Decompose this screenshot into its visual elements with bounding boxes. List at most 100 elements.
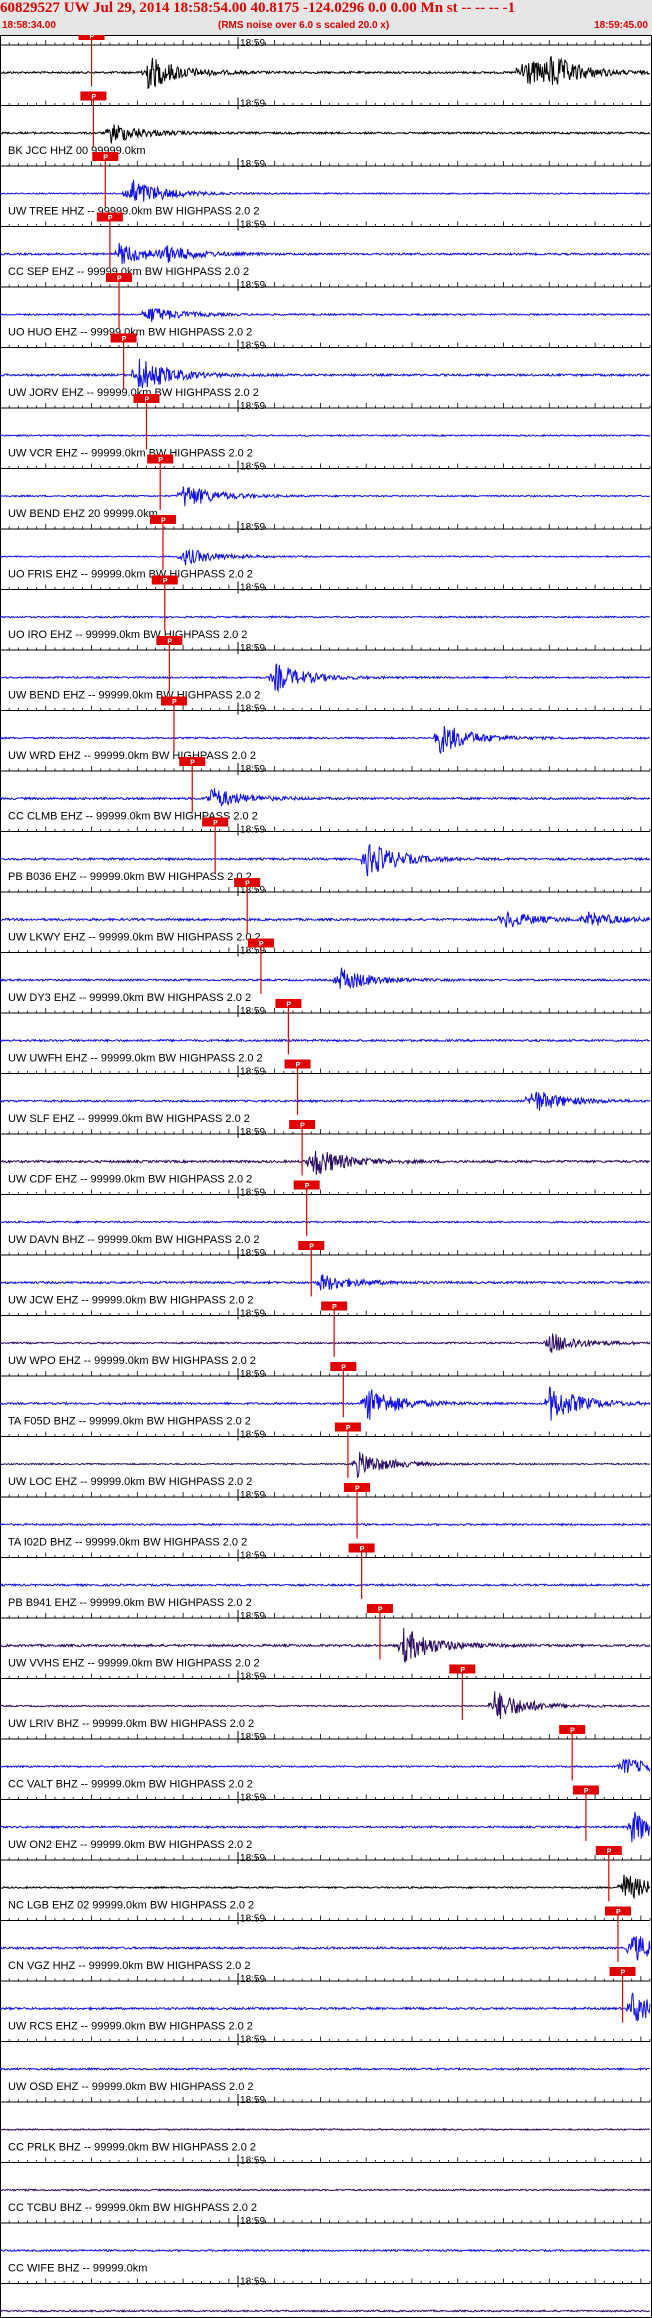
- waveform: [0, 1582, 651, 1588]
- trace-panel: 18:59 P UW VCR EHZ -- 99999.0km BW HIGHPAS…: [0, 394, 651, 460]
- waveform: [0, 1274, 651, 1291]
- trace-panel: 18:59 CC TCBU BHZ -- 99999.0km BW HIGHPAS…: [0, 2154, 651, 2214]
- trace-panel: 18:59 P UW SLF EHZ -- 99999.0km BW HIGHPAS…: [0, 1059, 651, 1125]
- trace-panel: 18:59PCC SEP EHZ -- 99999.0km BW HIGHPAS…: [0, 212, 651, 278]
- pick-label: P: [360, 1546, 365, 1553]
- trace-panel: 18:59PUW LKWY EHZ -- 99999.0km BW HIGHPA…: [0, 878, 651, 944]
- channel-label: CC TCBU BHZ -- 99999.0km BW HIGHPASS 2.0…: [8, 2202, 257, 2214]
- trace-panel: 18:59 CC PRLK BHZ -- 99999.0km BW HIGHPAS…: [0, 2094, 651, 2154]
- minute-label: 18:59: [240, 1006, 265, 1017]
- trace-panel: 18:59PCC CLMB EHZ -- 99999.0km BW HIGHPA…: [0, 757, 651, 823]
- waveform: [0, 1811, 651, 1843]
- minute-label: 18:59: [240, 1067, 265, 1078]
- minute-label: 18:59: [240, 99, 265, 110]
- pick-label: P: [570, 1728, 575, 1735]
- channel-label: UW UWFH EHZ -- 99999.0km BW HIGHPASS 2.0…: [8, 1053, 263, 1065]
- minute-label: 18:59: [240, 704, 265, 715]
- channel-label: CN VGZ HHZ -- 99999.0km BW HIGHPASS 2.0 …: [8, 1960, 250, 1972]
- minute-label: 18:59: [240, 1793, 265, 1804]
- minute-label: 18:59: [240, 1853, 265, 1864]
- channel-label: CC PRLK BHZ -- 99999.0km BW HIGHPASS 2.0…: [8, 2142, 256, 2154]
- minute-label: 18:59: [240, 1188, 265, 1199]
- channel-label: UW VCR EHZ -- 99999.0km BW HIGHPASS 2.0 …: [8, 448, 253, 460]
- pick-label: P: [161, 518, 166, 525]
- channel-label: UW DY3 EHZ -- 99999.0km BW HIGHPASS 2.0 …: [8, 992, 251, 1004]
- trace-panel: 18:59 P UW VVHS EHZ -- 99999.0km BW HIGHPA…: [0, 1604, 651, 1670]
- waveform: [0, 1219, 651, 1225]
- waveform: [0, 1091, 651, 1111]
- channel-label: UW BEND EHZ 20 99999.0km: [8, 508, 158, 520]
- channel-label: UW TREE HHZ -- 99999.0km BW HIGHPASS 2.0…: [8, 206, 259, 218]
- waveform: [0, 433, 651, 438]
- minute-label: 18:59: [240, 341, 265, 352]
- pick-label: P: [91, 94, 96, 101]
- pick-label: P: [355, 1486, 360, 1493]
- trace-panel: 18:59 P UW BEND EHZ 20 99999.0km: [0, 454, 651, 520]
- header-bar: 60829527 UW Jul 29, 2014 18:58:54.00 40.…: [0, 0, 652, 35]
- trace-panel: 18:59 P NC LGB EHZ 02 99999.0km BW HIGHPAS…: [0, 1846, 651, 1912]
- minute-label: 18:59: [240, 401, 265, 412]
- trace-panel: 18:59 UW OSD EHZ -- 99999.0km BW HIGHPASS…: [0, 2033, 651, 2093]
- trace-panel: 18:59 P UW LOC EHZ -- 99999.0km BW HIGHPAS…: [0, 1422, 651, 1488]
- channel-label: UW OSD EHZ -- 99999.0km BW HIGHPASS 2.0 …: [8, 2081, 254, 2093]
- channel-label: UW LRIV BHZ -- 99999.0km BW HIGHPASS 2.0…: [8, 1718, 254, 1730]
- trace-panel: 18:59 P UW ON2 EHZ -- 99999.0km BW HIGHPAS…: [0, 1785, 651, 1851]
- trace-panel: 18:59 P UW JCW EHZ -- 99999.0km BW HIGHPAS…: [0, 1241, 651, 1307]
- minute-label: 18:59: [240, 1127, 265, 1138]
- waveform: [0, 358, 651, 389]
- minute-label: 18:59: [240, 2156, 265, 2167]
- waveform: [0, 1333, 651, 1353]
- channel-label: TA I02D BHZ -- 99999.0km BW HIGHPASS 2.0…: [8, 1537, 247, 1549]
- minute-label: 18:59: [240, 1248, 265, 1259]
- waveform: [0, 179, 651, 202]
- channel-label: PB B036 EHZ -- 99999.0km BW HIGHPASS 2.0…: [8, 871, 252, 883]
- pick-label: P: [616, 1909, 621, 1916]
- waveform: [0, 788, 651, 807]
- pick-label: P: [309, 1244, 314, 1251]
- channel-label: TA F05D BHZ -- 99999.0km BW HIGHPASS 2.0…: [8, 1416, 251, 1428]
- trace-panel: 18:59 P UW LRIV BHZ -- 99999.0km BW HIGHPA…: [0, 1664, 651, 1730]
- pick-label: P: [621, 1970, 626, 1977]
- trace-panel: 18:59TA I05D BHZ -- 99999.0km BW HIGHPAS…: [0, 2275, 651, 2313]
- trace-panel: 18:59 P TA I02D BHZ -- 99999.0km BW HIGHPA…: [0, 1483, 651, 1549]
- minute-label: 18:59: [240, 462, 265, 473]
- waveform: [0, 2309, 650, 2313]
- waveform: [0, 663, 651, 693]
- waveform: [0, 548, 651, 566]
- channel-label: UO FRIS EHZ -- 99999.0km BW HIGHPASS 2.0…: [8, 569, 253, 581]
- waveform: [0, 910, 651, 928]
- waveform: [0, 2127, 651, 2132]
- channel-label: UW JCW EHZ -- 99999.0km BW HIGHPASS 2.0 …: [8, 1295, 254, 1307]
- trace-panel: 18:59PUO HUO EHZ -- 99999.0km BW HIGHPAS…: [0, 273, 651, 339]
- waveform: [0, 2066, 651, 2072]
- minute-label: 18:59: [240, 280, 265, 291]
- channel-label: PB B941 EHZ -- 99999.0km BW HIGHPASS 2.0…: [8, 1597, 252, 1609]
- waveform: [0, 1935, 651, 1961]
- pick-label: P: [305, 1183, 310, 1190]
- channel-label: UW JORV EHZ -- 99999.0km BW HIGHPASS 2.0…: [8, 387, 259, 399]
- pick-label: P: [245, 881, 250, 888]
- minute-label: 18:59: [240, 2035, 265, 2046]
- minute-label: 18:59: [240, 1974, 265, 1985]
- end-time: 18:59:45.00: [594, 20, 648, 31]
- waveform: [0, 307, 651, 323]
- pick-label: P: [90, 35, 95, 41]
- minute-label: 18:59: [240, 2277, 265, 2288]
- trace-panel: 18:59 P UW WPO EHZ -- 99999.0km BW HIGHPAS…: [0, 1301, 651, 1367]
- channel-label: CC VALT BHZ -- 99999.0km BW HIGHPASS 2.0…: [8, 1779, 253, 1791]
- pick-label: P: [167, 639, 172, 646]
- minute-label: 18:59: [240, 1672, 265, 1683]
- minute-label: 18:59: [240, 825, 265, 836]
- trace-panel: 18:59 P UW UWFH EHZ -- 99999.0km BW HIGHPA…: [0, 999, 651, 1065]
- trace-panel: 18:59PUW DY3 EHZ -- 99999.0km BW HIGHPAS…: [0, 938, 651, 1004]
- trace-panel: 18:59 P CN VGZ HHZ -- 99999.0km BW HIGHPAS…: [0, 1906, 651, 1972]
- trace-panel: 18:59 P PB B036 EHZ -- 99999.0km BW HIGHPA…: [0, 817, 651, 883]
- trace-panel: 18:59 P UO FRIS EHZ -- 99999.0km BW HIGHPA…: [0, 515, 651, 581]
- minute-label: 18:59: [240, 38, 265, 49]
- pick-label: P: [213, 820, 218, 827]
- minute-label: 18:59: [240, 159, 265, 170]
- minute-label: 18:59: [240, 2216, 265, 2227]
- channel-label: UW CDF EHZ -- 99999.0km BW HIGHPASS 2.0 …: [8, 1174, 252, 1186]
- waveform: [0, 2188, 651, 2192]
- waveform: [0, 242, 651, 265]
